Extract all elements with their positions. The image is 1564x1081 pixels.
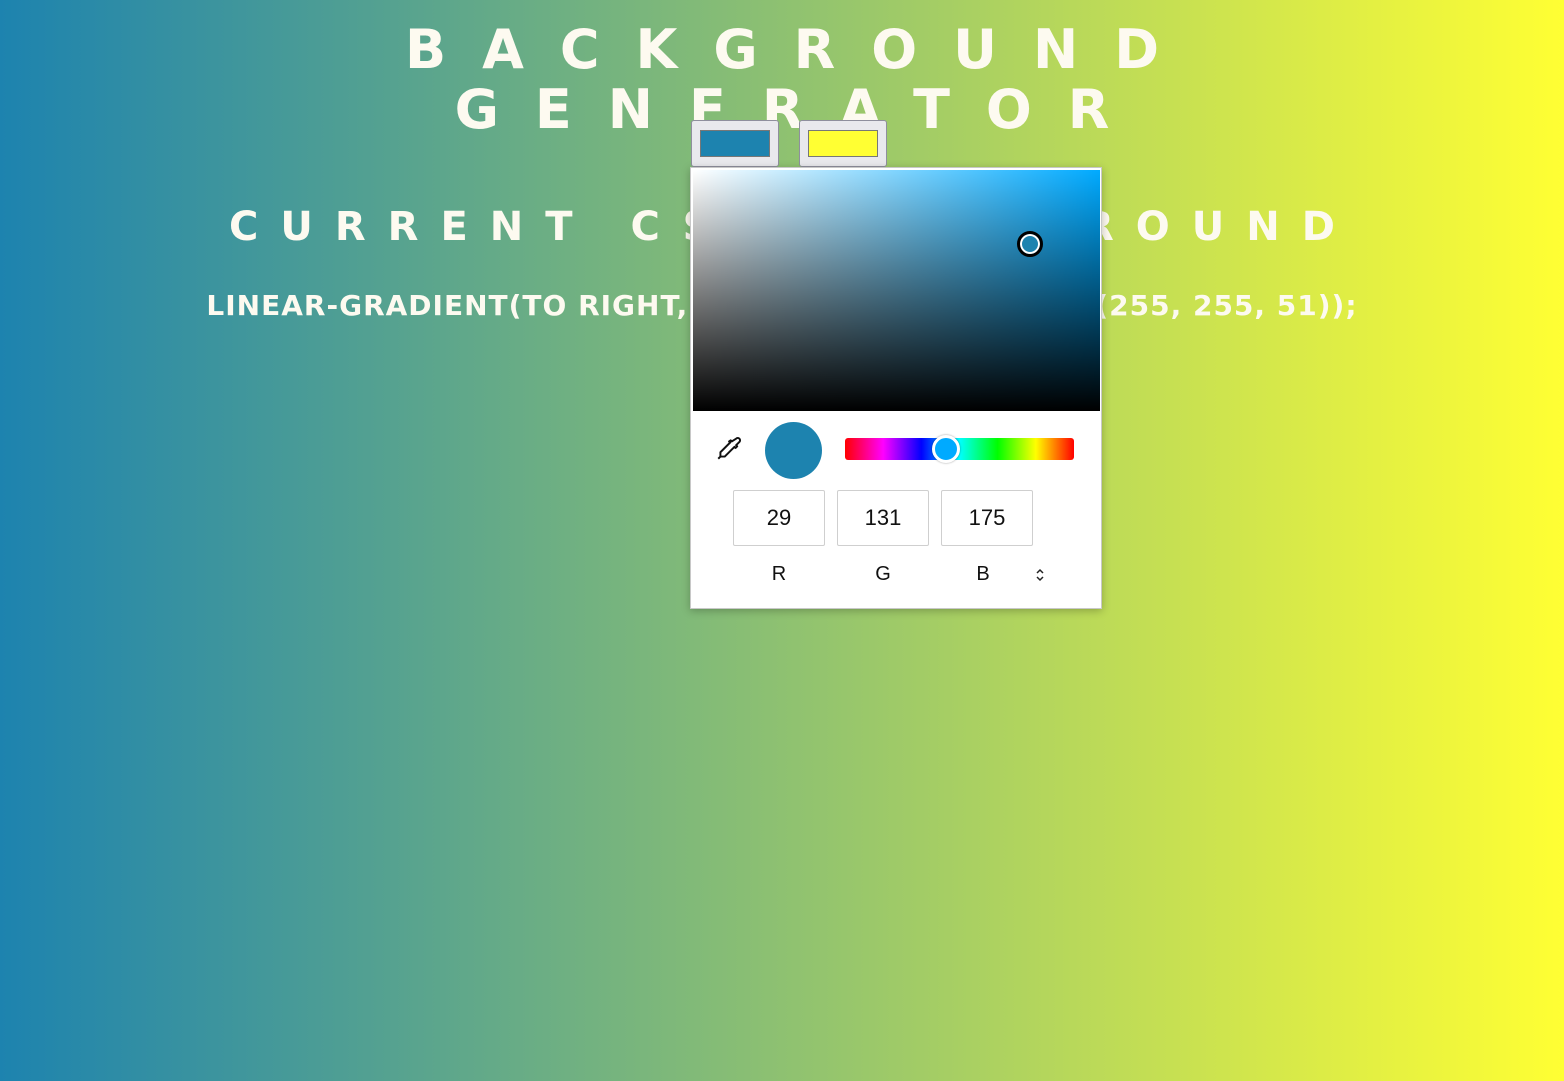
hue-slider[interactable]	[845, 435, 1074, 463]
color1-swatch	[700, 130, 770, 157]
color2-swatch	[808, 130, 878, 157]
blue-value-field[interactable]: 175	[941, 490, 1033, 546]
chevron-up-down-icon[interactable]	[1031, 564, 1049, 586]
red-label: R	[771, 563, 787, 585]
color2-input[interactable]	[799, 120, 887, 167]
green-value-field[interactable]: 131	[837, 490, 929, 546]
blue-label: B	[976, 563, 990, 585]
color-picker-popup: 29 131 175 R G B	[690, 167, 1102, 609]
page-title: Background Generator	[404, 18, 1196, 141]
color1-input[interactable]	[691, 120, 779, 167]
saturation-value-handle[interactable]	[1017, 231, 1043, 257]
eyedropper-icon[interactable]	[713, 434, 743, 464]
current-color-preview	[765, 422, 822, 479]
green-label: G	[875, 563, 891, 585]
red-value-field[interactable]: 29	[733, 490, 825, 546]
hue-slider-handle[interactable]	[932, 435, 960, 463]
saturation-value-area[interactable]	[693, 170, 1100, 411]
